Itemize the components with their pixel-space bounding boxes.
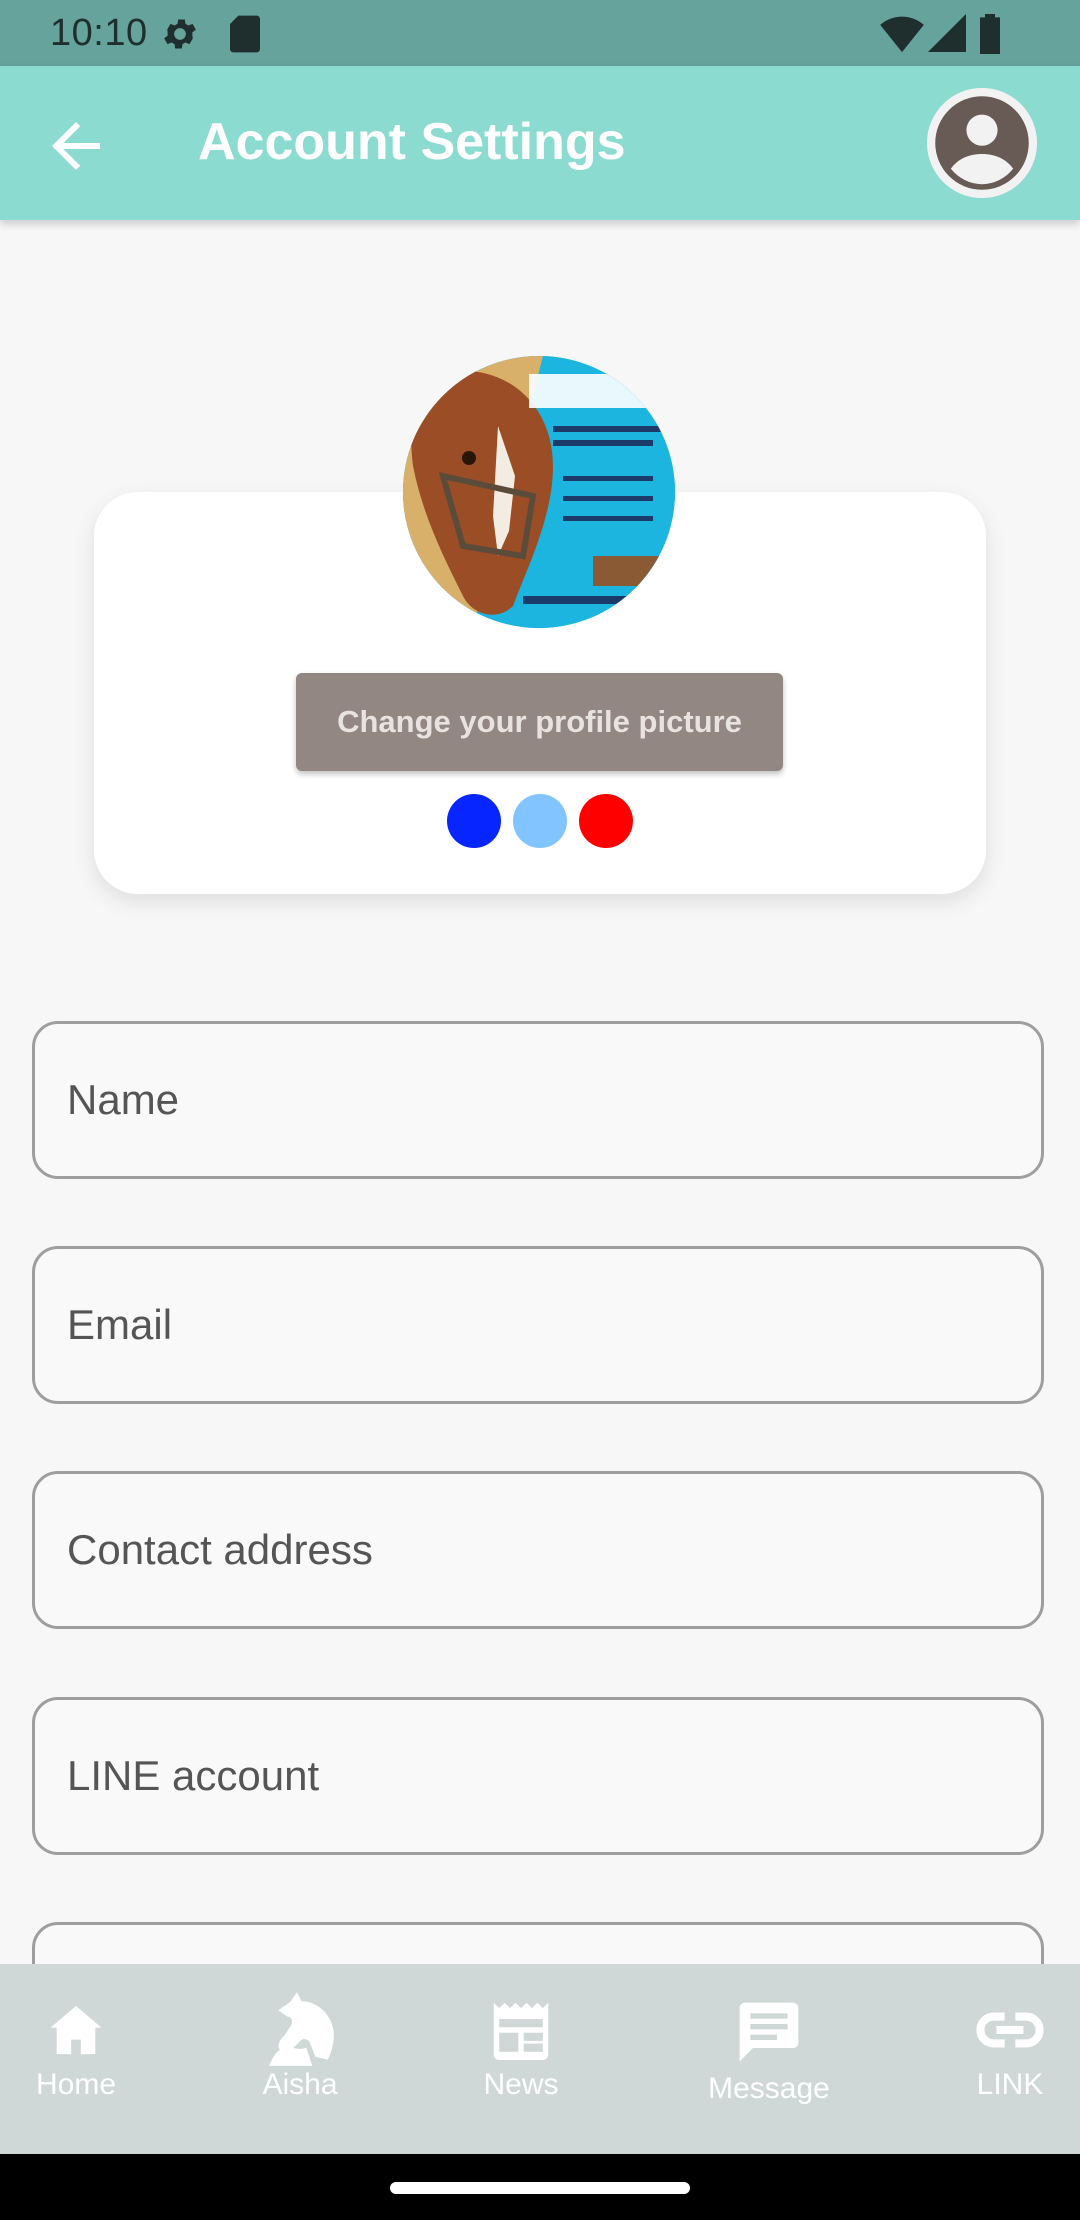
back-button[interactable] [40, 110, 112, 182]
profile-photo[interactable] [403, 356, 675, 628]
app-bar: Account Settings [0, 66, 1080, 220]
nav-label-news: News [483, 2068, 559, 2101]
color-option-blue[interactable] [447, 794, 501, 848]
status-bar: 10:10 [0, 0, 1080, 66]
account-circle-icon [927, 88, 1037, 198]
nav-item-message[interactable]: Message [669, 1964, 869, 2154]
wifi-icon [880, 14, 924, 59]
nav-label-home: Home [35, 2068, 117, 2101]
color-option-red[interactable] [579, 794, 633, 848]
nav-label-link: LINK [976, 2068, 1044, 2101]
system-navigation-bar [0, 2154, 1080, 2220]
name-field[interactable]: Name [32, 1021, 1044, 1179]
contact-address-field[interactable]: Contact address [32, 1471, 1044, 1629]
nav-label-aisha: Aisha [262, 2068, 338, 2101]
battery-icon [978, 14, 1002, 59]
line-account-field[interactable]: LINE account [32, 1697, 1044, 1855]
sd-card-icon [228, 14, 262, 59]
horse-icon [269, 1992, 334, 2066]
account-avatar-button[interactable] [927, 88, 1037, 198]
email-placeholder: Email [67, 1301, 173, 1348]
name-placeholder: Name [67, 1076, 180, 1123]
bottom-navigation: Home Aisha News Message LINK [0, 1964, 1080, 2154]
signal-icon [928, 14, 966, 57]
horse-photo-image [403, 356, 675, 628]
home-icon [50, 2005, 102, 2055]
page-title: Account Settings [198, 113, 626, 171]
message-icon [739, 2002, 799, 2062]
status-time: 10:10 [50, 12, 148, 54]
email-field[interactable]: Email [32, 1246, 1044, 1404]
home-gesture-handle[interactable] [390, 2182, 690, 2194]
settings-icon [160, 14, 200, 59]
nav-label-message: Message [708, 2072, 830, 2105]
nav-item-news[interactable]: News [421, 1964, 621, 2154]
nav-item-home[interactable]: Home [0, 1964, 176, 2154]
nav-item-aisha[interactable]: Aisha [200, 1964, 400, 2154]
nav-item-link[interactable]: LINK [910, 1964, 1080, 2154]
link-icon [976, 2012, 1044, 2048]
arrow-back-icon [40, 122, 112, 186]
change-profile-picture-button[interactable]: Change your profile picture [296, 673, 783, 771]
contact-address-placeholder: Contact address [67, 1526, 373, 1573]
color-option-light-blue[interactable] [513, 794, 567, 848]
news-icon [493, 2002, 549, 2060]
line-account-placeholder: LINE account [67, 1752, 320, 1799]
